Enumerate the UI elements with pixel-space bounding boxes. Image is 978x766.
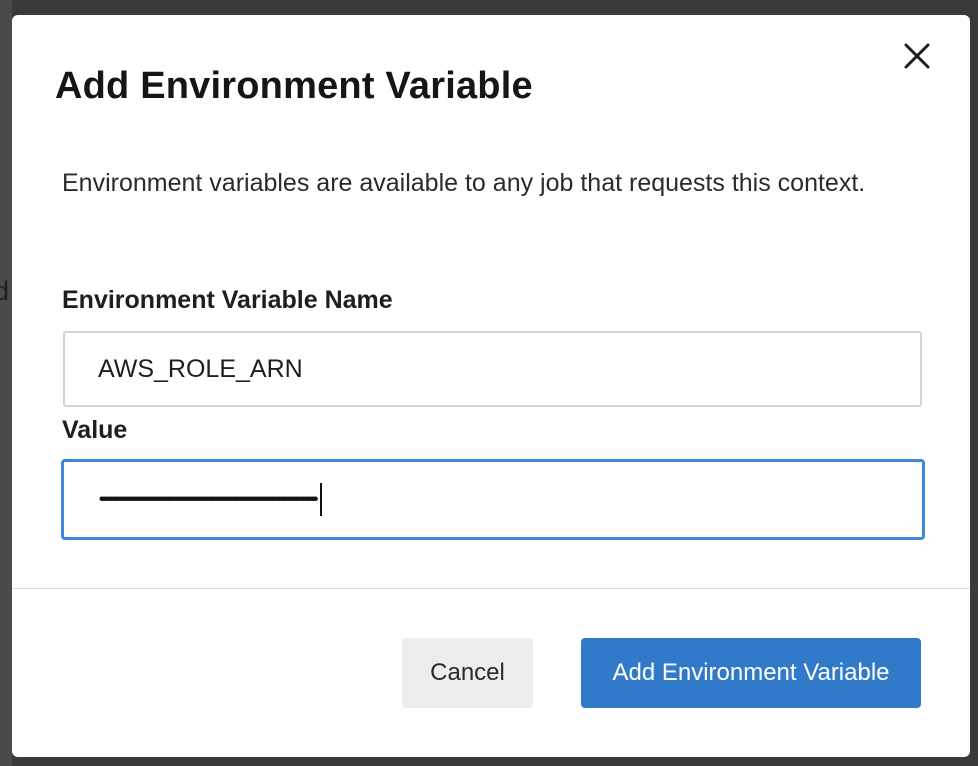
cancel-button[interactable]: Cancel xyxy=(402,638,533,708)
dialog-description: Environment variables are available to a… xyxy=(62,169,866,197)
dialog-title: Add Environment Variable xyxy=(55,65,533,107)
env-var-value-input[interactable]: ••••••••••••••••••••••••••••••••••••••••… xyxy=(61,459,925,540)
text-caret xyxy=(320,483,323,517)
footer-divider xyxy=(12,588,970,589)
close-icon xyxy=(904,43,930,69)
close-button[interactable] xyxy=(898,37,936,75)
masked-value: ••••••••••••••••••••••••••••••••••••••••… xyxy=(99,483,323,517)
add-env-var-dialog: Add Environment Variable Environment var… xyxy=(12,15,970,757)
masked-value-text: ••••••••••••••••••••••••••••••••••••••••… xyxy=(99,491,318,508)
value-field-label: Value xyxy=(62,416,128,444)
name-field-label: Environment Variable Name xyxy=(62,286,393,314)
backdrop xyxy=(0,0,12,766)
add-env-var-button[interactable]: Add Environment Variable xyxy=(581,638,921,708)
env-var-name-input[interactable] xyxy=(63,331,922,407)
backdrop-text: d xyxy=(0,276,10,306)
